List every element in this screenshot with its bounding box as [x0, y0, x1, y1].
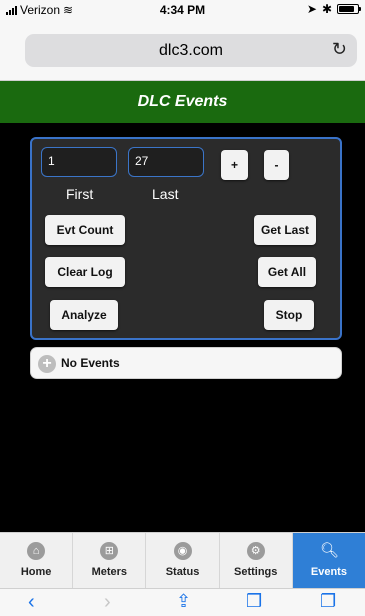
- tab-status[interactable]: ◉ Status: [146, 533, 220, 588]
- reload-icon[interactable]: ↻: [332, 39, 347, 60]
- tab-label: Events: [310, 566, 347, 578]
- page-title: DLC Events: [0, 81, 365, 123]
- back-icon[interactable]: ‹: [28, 591, 35, 614]
- gear-icon: ⚙: [246, 542, 265, 560]
- browser-toolbar: ‹ › ⇪ ❒ ❐: [0, 588, 365, 616]
- decrement-button[interactable]: -: [264, 150, 289, 180]
- tabs-icon[interactable]: ❐: [320, 591, 336, 612]
- bookmarks-icon[interactable]: ❒: [246, 591, 262, 612]
- eye-icon: ◉: [173, 542, 192, 560]
- home-icon: ⌂: [27, 542, 46, 560]
- address-bar[interactable]: dlc3.com ↻: [25, 34, 357, 67]
- status-icons: ➤ ✱: [306, 2, 361, 16]
- last-label: Last: [152, 186, 179, 202]
- event-controls-panel: 1 First 27 Last + - Evt Count Get Last C…: [30, 137, 342, 340]
- search-icon: 🔍︎: [319, 542, 339, 559]
- get-last-button[interactable]: Get Last: [254, 215, 316, 245]
- stop-button[interactable]: Stop: [264, 300, 314, 330]
- url-text[interactable]: dlc3.com: [25, 42, 357, 60]
- clear-log-button[interactable]: Clear Log: [45, 257, 125, 287]
- plus-icon[interactable]: +: [38, 355, 56, 373]
- grid-icon: ⊞: [100, 542, 119, 560]
- tab-label: Meters: [91, 566, 128, 578]
- first-label: First: [66, 186, 94, 202]
- status-bar: Verizon ≋ 4:34 PM ➤ ✱: [0, 0, 365, 20]
- tab-meters[interactable]: ⊞ Meters: [73, 533, 147, 588]
- tab-label: Home: [20, 566, 52, 578]
- event-item-label: No Events: [61, 356, 120, 370]
- bluetooth-icon: ✱: [321, 2, 332, 16]
- get-all-button[interactable]: Get All: [258, 257, 316, 287]
- list-item[interactable]: + No Events: [30, 347, 342, 379]
- tab-bar: ⌂ Home ⊞ Meters ◉ Status ⚙ Settings 🔍︎ E…: [0, 532, 365, 588]
- tab-events[interactable]: 🔍︎ Events: [292, 533, 365, 588]
- evt-count-button[interactable]: Evt Count: [45, 215, 125, 245]
- analyze-button[interactable]: Analyze: [50, 300, 118, 330]
- forward-icon[interactable]: ›: [104, 591, 111, 614]
- tab-settings[interactable]: ⚙ Settings: [220, 533, 293, 588]
- tab-label: Status: [165, 566, 200, 578]
- location-icon: ➤: [306, 2, 317, 16]
- tab-home[interactable]: ⌂ Home: [0, 533, 74, 588]
- battery-icon: [337, 4, 361, 14]
- tab-label: Settings: [234, 566, 278, 578]
- browser-address-area: dlc3.com ↻: [0, 20, 365, 81]
- share-icon[interactable]: ⇪: [176, 591, 191, 612]
- increment-button[interactable]: +: [221, 150, 248, 180]
- first-field[interactable]: 1: [41, 147, 117, 177]
- last-field[interactable]: 27: [128, 147, 204, 177]
